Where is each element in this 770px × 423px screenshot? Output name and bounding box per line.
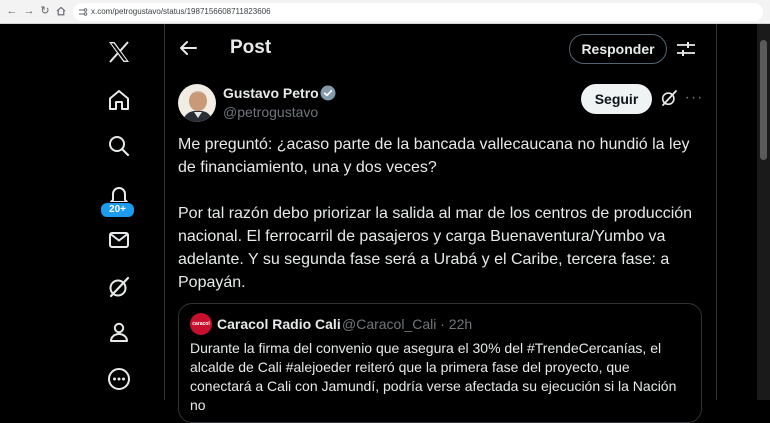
author-name[interactable]: Gustavo Petro	[223, 85, 319, 101]
more-icon[interactable]	[106, 366, 132, 392]
search-icon[interactable]	[106, 133, 132, 159]
quoted-author-meta: @Caracol_Cali · 22h	[342, 316, 473, 332]
forward-nav-icon[interactable]: →	[22, 4, 36, 18]
post-paragraph: Me preguntó: ¿acaso parte de la bancada …	[178, 136, 690, 176]
profile-icon[interactable]	[106, 319, 132, 345]
follow-button[interactable]: Seguir	[581, 84, 652, 114]
back-arrow-icon[interactable]	[176, 36, 200, 60]
post-paragraph: Por tal razón debo priorizar la salida a…	[178, 205, 693, 291]
reply-button[interactable]: Responder	[569, 34, 667, 64]
quoted-author-name[interactable]: Caracol Radio Cali	[217, 316, 341, 332]
x-logo-icon[interactable]	[106, 39, 132, 65]
notification-badge: 20+	[100, 202, 135, 218]
post-text: Me preguntó: ¿acaso parte de la bancada …	[178, 133, 708, 294]
quoted-post-text: Durante la firma del convenio que asegur…	[190, 340, 677, 413]
back-nav-icon[interactable]: ←	[5, 4, 19, 18]
site-info-icon[interactable]	[78, 7, 88, 17]
home-icon[interactable]	[106, 87, 132, 113]
sidebar: 20+	[0, 24, 158, 400]
grok-icon[interactable]	[106, 274, 132, 300]
home-nav-icon[interactable]	[54, 4, 68, 18]
page-title: Post	[230, 37, 272, 58]
url-text: x.com/petrogustavo/status/19871566087118…	[91, 7, 271, 16]
verified-badge-icon	[320, 85, 336, 101]
quoted-author-avatar[interactable]: caracol	[190, 313, 212, 335]
browser-toolbar: ← → ↻ x.com/petrogustavo/status/19871566…	[0, 0, 770, 24]
post-options-icon[interactable]: ···	[684, 88, 704, 108]
author-handle[interactable]: @petrogustavo	[223, 104, 318, 120]
reload-icon[interactable]: ↻	[38, 4, 52, 18]
column-divider-left	[164, 24, 165, 400]
author-avatar[interactable]	[178, 84, 216, 122]
grok-explain-icon[interactable]	[659, 88, 679, 108]
filter-settings-icon[interactable]	[674, 37, 698, 61]
scrollbar-thumb[interactable]	[760, 40, 767, 160]
messages-icon[interactable]	[106, 227, 132, 253]
address-bar[interactable]: x.com/petrogustavo/status/19871566087118…	[73, 3, 763, 21]
column-divider-right	[716, 24, 717, 400]
